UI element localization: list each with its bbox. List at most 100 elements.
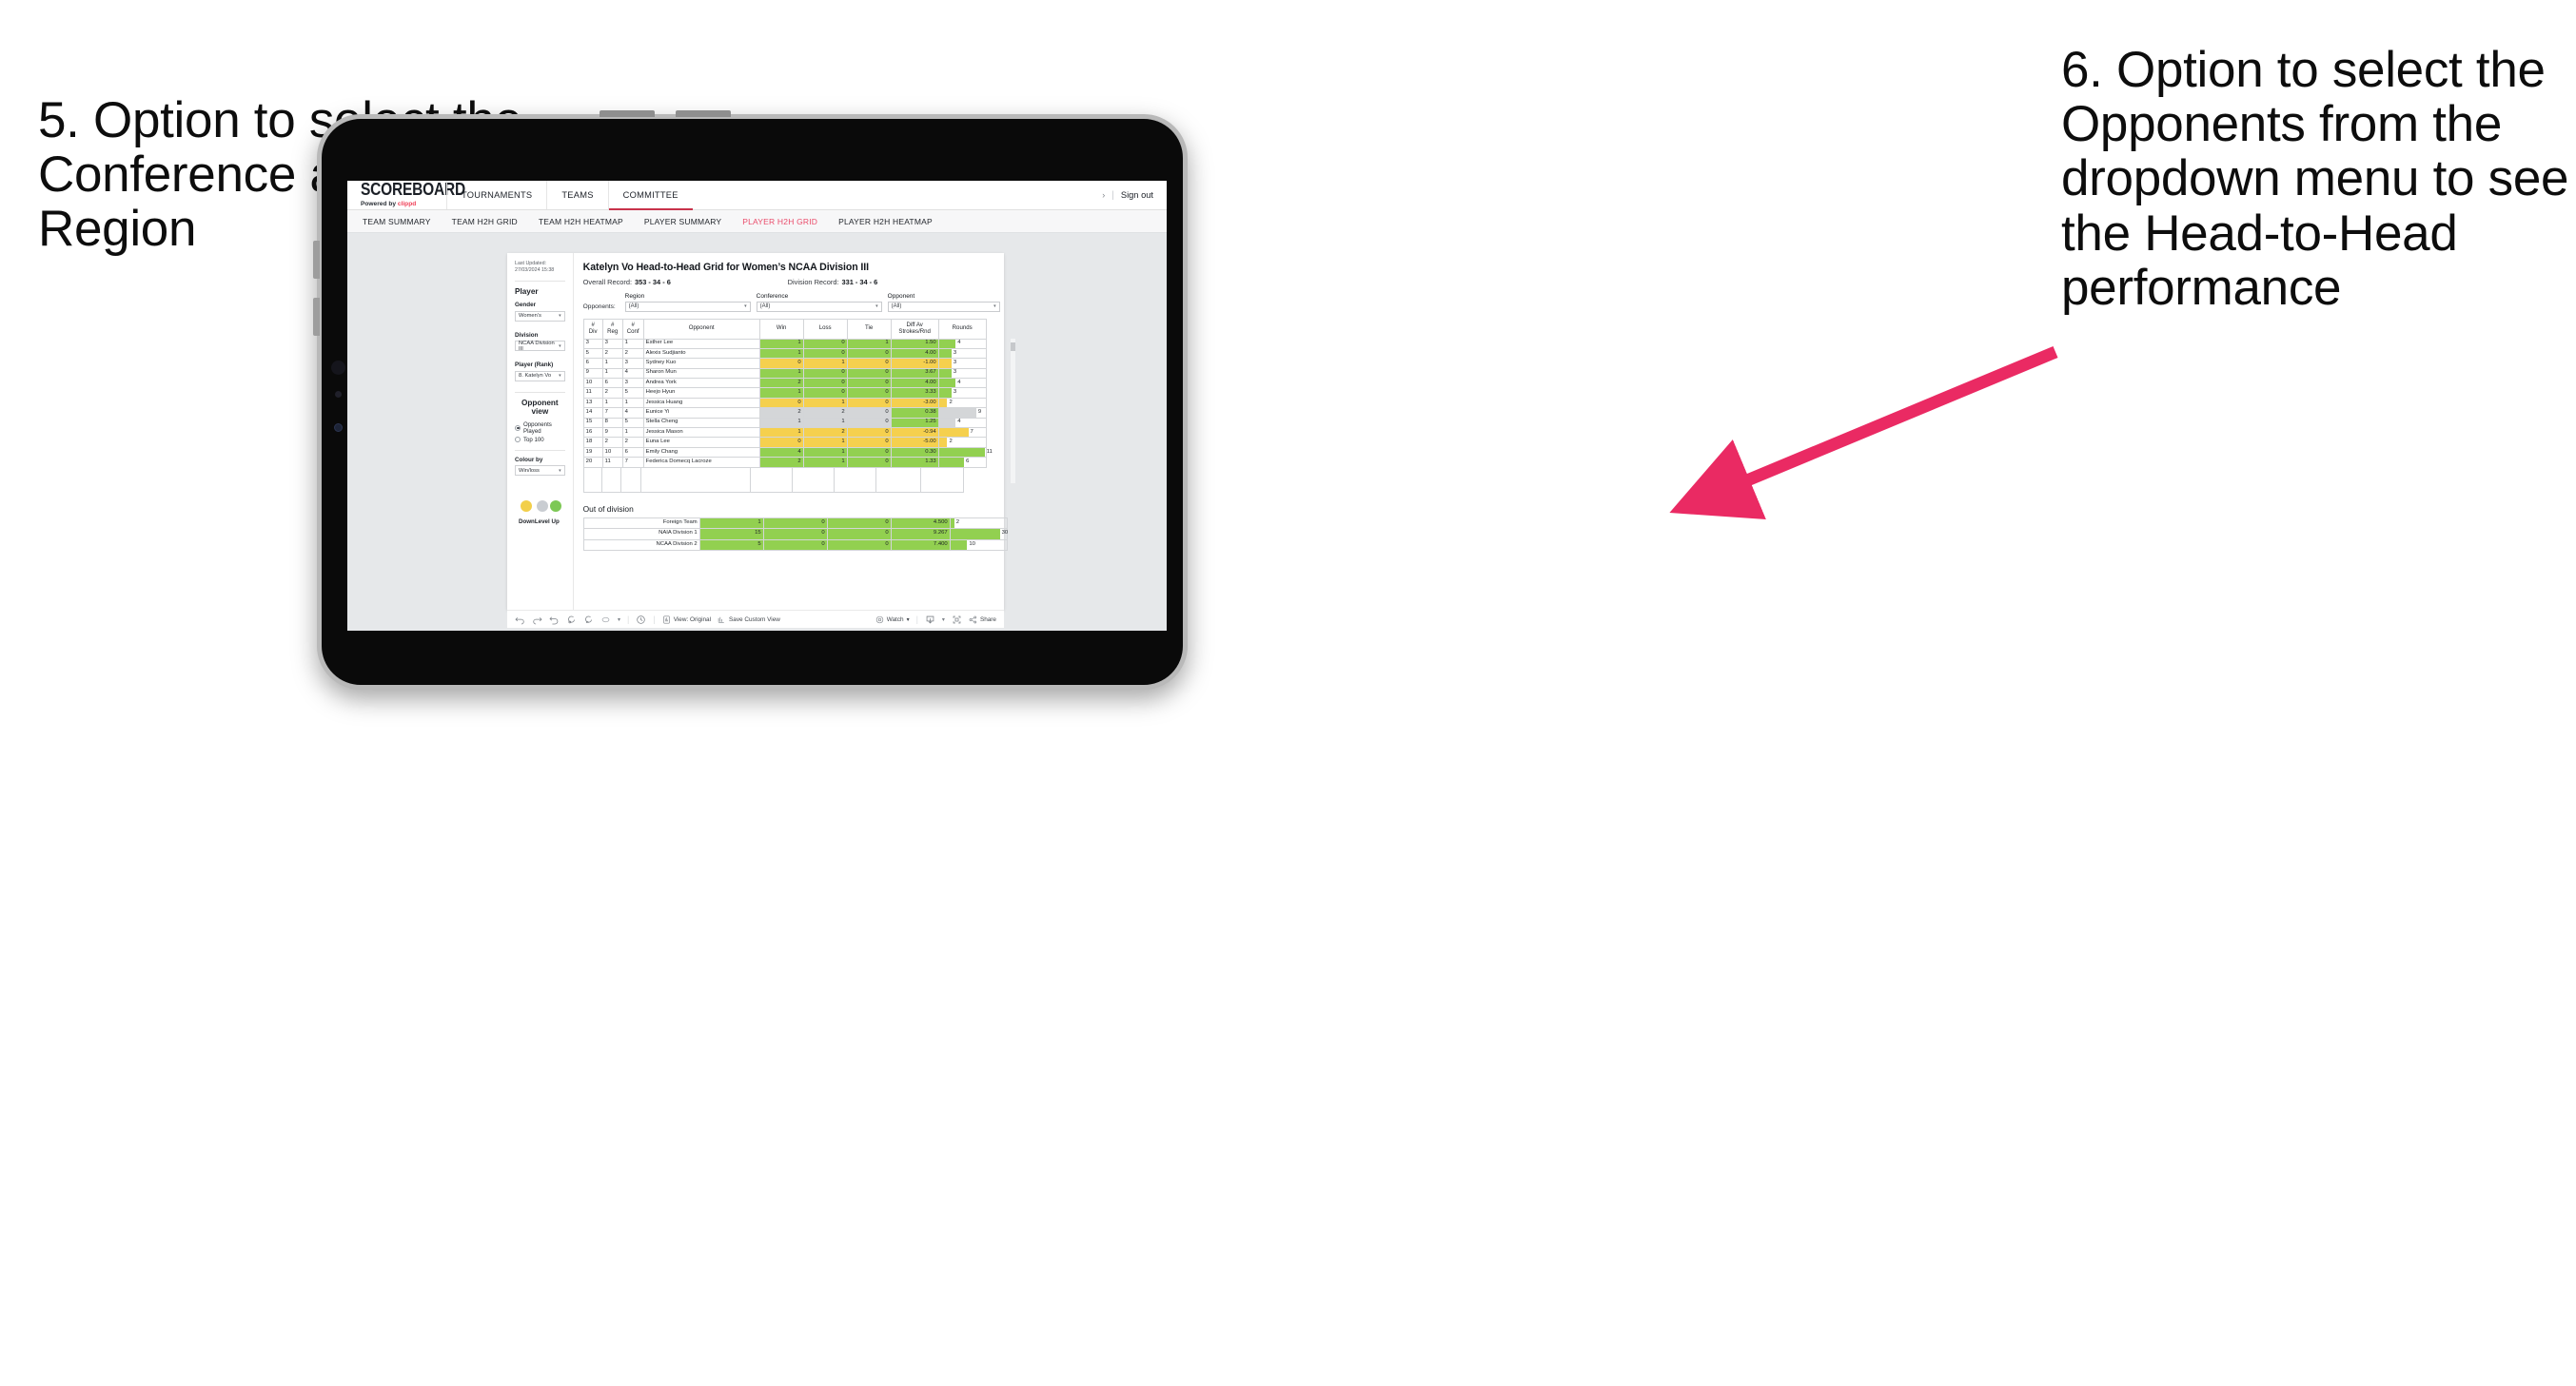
rounds-value: 4 [957,379,961,385]
legend-dot-level [536,500,548,513]
grid-scrollbar-thumb[interactable] [1010,342,1015,351]
redo-icon[interactable] [532,615,542,625]
table-row[interactable]: 11 2 5 Heejo Hyun 1 0 0 3.33 3 [582,387,987,399]
legend-dot-down [521,500,533,513]
device-button-top-2[interactable] [676,110,731,117]
gender-select[interactable]: Women’s ▾ [515,310,565,322]
undo-icon[interactable] [515,615,525,625]
device-volume-down-button[interactable] [313,298,320,336]
cell-opponent: Foreign Team [582,517,700,530]
table-row[interactable]: 5 2 2 Alexis Sudjianto 1 0 0 4.00 3 [582,347,987,360]
table-row[interactable]: 19 10 6 Emily Chang 4 1 0 0.30 11 [582,446,993,459]
tab-player-h2h-heatmap[interactable]: PLAYER H2H HEATMAP [838,217,933,226]
table-row[interactable]: Foreign Team 1 0 0 4.500 2 [582,517,1008,530]
chevron-down-icon[interactable]: ▾ [618,616,620,623]
pause-refresh-icon[interactable] [583,615,594,625]
colour-by-select[interactable]: Win/loss ▾ [515,465,565,477]
pan-icon[interactable] [600,615,611,625]
cell-loss: 1 [802,397,848,409]
col-header-diff[interactable]: Diff Av Strokes/Rnd [890,318,939,340]
rounds-bar [938,339,956,348]
table-row[interactable]: NCAA Division 2 5 0 0 7.400 10 [582,538,1008,552]
rounds-value: 4 [957,419,961,425]
sidebar-divider-1 [515,281,565,283]
tab-team-h2h-heatmap[interactable]: TEAM H2H HEATMAP [539,217,623,226]
cell-conf: 3 [621,378,644,389]
cell-rounds: 3 [937,367,987,380]
table-row[interactable]: 16 9 1 Jessica Mason 1 2 0 -0.94 7 [582,426,987,439]
sign-out-link[interactable]: Sign out [1121,190,1153,200]
table-row[interactable]: 6 1 3 Sydney Kuo 0 1 0 -1.00 3 [582,358,987,369]
view-original-button[interactable]: View: Original [662,615,711,624]
cell-rounds: 10 [949,538,1008,552]
brand-logo[interactable]: SCOREBOARD Powered by clippd [347,181,465,209]
col-header-rounds[interactable]: Rounds [937,318,987,340]
radio-top-100[interactable]: Top 100 [515,437,565,443]
cell-loss: 1 [802,358,848,369]
device-volume-up-button[interactable] [313,241,320,279]
share-button[interactable]: Share [969,615,996,624]
col-header-reg[interactable]: # Reg [601,318,623,340]
tab-player-h2h-grid[interactable]: PLAYER H2H GRID [742,217,817,226]
out-of-division-title: Out of division [582,503,634,514]
chevron-right-icon[interactable]: › [1102,190,1105,200]
revert-icon[interactable] [549,615,560,625]
nav-item-committee[interactable]: COMMITTEE [607,181,693,210]
fullscreen-icon[interactable] [952,615,962,625]
clock-icon[interactable] [636,615,646,625]
watch-button[interactable]: Watch ▾ [875,615,910,624]
conference-filter-select[interactable]: (All) ▾ [756,301,882,312]
radio-opponents-played[interactable]: Opponents Played [515,421,565,435]
device-button-top-1[interactable] [600,110,655,117]
cell-win: 1 [698,517,764,530]
region-filter-select[interactable]: (All) ▾ [624,301,751,312]
cell-win: 1 [758,347,804,360]
cell-rounds: 2 [937,437,987,448]
division-value: NCAA Division III [519,340,555,352]
cell-reg: 8 [601,417,623,429]
col-header-loss[interactable]: Loss [802,318,848,340]
nav-item-tournaments[interactable]: TOURNAMENTS [446,181,546,209]
tab-team-summary[interactable]: TEAM SUMMARY [363,217,431,226]
table-row[interactable]: 18 2 2 Euna Lee 0 1 0 -5.00 2 [582,437,987,448]
chevron-down-icon[interactable]: ▾ [942,616,945,623]
rounds-bar-cell: 30 [950,529,1008,539]
cell-win: 2 [758,457,804,468]
rounds-bar [950,517,954,529]
col-header-conf[interactable]: # Conf [621,318,644,340]
table-row[interactable]: 9 1 4 Sharon Mun 1 0 0 3.67 3 [582,367,987,380]
cell-reg: 9 [601,426,623,439]
download-icon[interactable] [925,615,935,625]
cell-win: 1 [758,426,804,439]
player-rank-select[interactable]: 8. Katelyn Vo ▾ [515,370,565,381]
table-row[interactable]: 10 6 3 Andrea York 2 0 0 4.00 4 [582,378,987,389]
grid-scrollbar-track[interactable] [1010,338,1015,483]
chevron-down-icon: ▾ [906,616,910,623]
radio-top-100-label: Top 100 [523,436,544,443]
refresh-icon[interactable] [566,615,577,625]
tab-player-summary[interactable]: PLAYER SUMMARY [644,217,721,226]
table-row[interactable]: 3 3 1 Esther Lee 1 0 1 1.50 4 [582,338,987,349]
opponent-filter-select[interactable]: (All) ▾ [887,301,1000,312]
division-select[interactable]: NCAA Division III ▾ [515,340,565,352]
tab-team-h2h-grid[interactable]: TEAM H2H GRID [452,217,518,226]
table-row[interactable]: 15 8 5 Stella Cheng 1 1 0 1.25 4 [582,417,987,429]
cell-diff: -3.00 [890,397,939,409]
cell-rounds: 4 [937,338,987,349]
col-header-opponent[interactable]: Opponent [642,318,760,340]
col-header-win[interactable]: Win [758,318,804,340]
table-row[interactable]: 13 1 1 Jessica Huang 0 1 0 -3.00 2 [582,397,987,409]
share-label: Share [979,615,996,623]
rounds-bar [950,529,1000,539]
rounds-value: 10 [969,540,975,547]
table-row[interactable]: NAIA Division 1 15 0 0 9.267 30 [582,528,1008,540]
cell-opponent: Alexis Sudjianto [642,347,760,360]
table-row[interactable]: 20 11 7 Federica Domecq Lacroze 2 1 0 1.33 6 [582,457,987,468]
col-header-div[interactable]: # Div [582,318,603,340]
table-row[interactable]: 14 7 4 Eunice Yi 2 2 0 0.38 9 [582,407,987,419]
rounds-bar-cell: 3 [938,388,986,398]
nav-item-teams[interactable]: TEAMS [546,181,607,209]
save-custom-view-button[interactable]: Save Custom View [718,615,780,624]
cell-rounds: 2 [937,397,987,409]
col-header-tie[interactable]: Tie [846,318,892,340]
